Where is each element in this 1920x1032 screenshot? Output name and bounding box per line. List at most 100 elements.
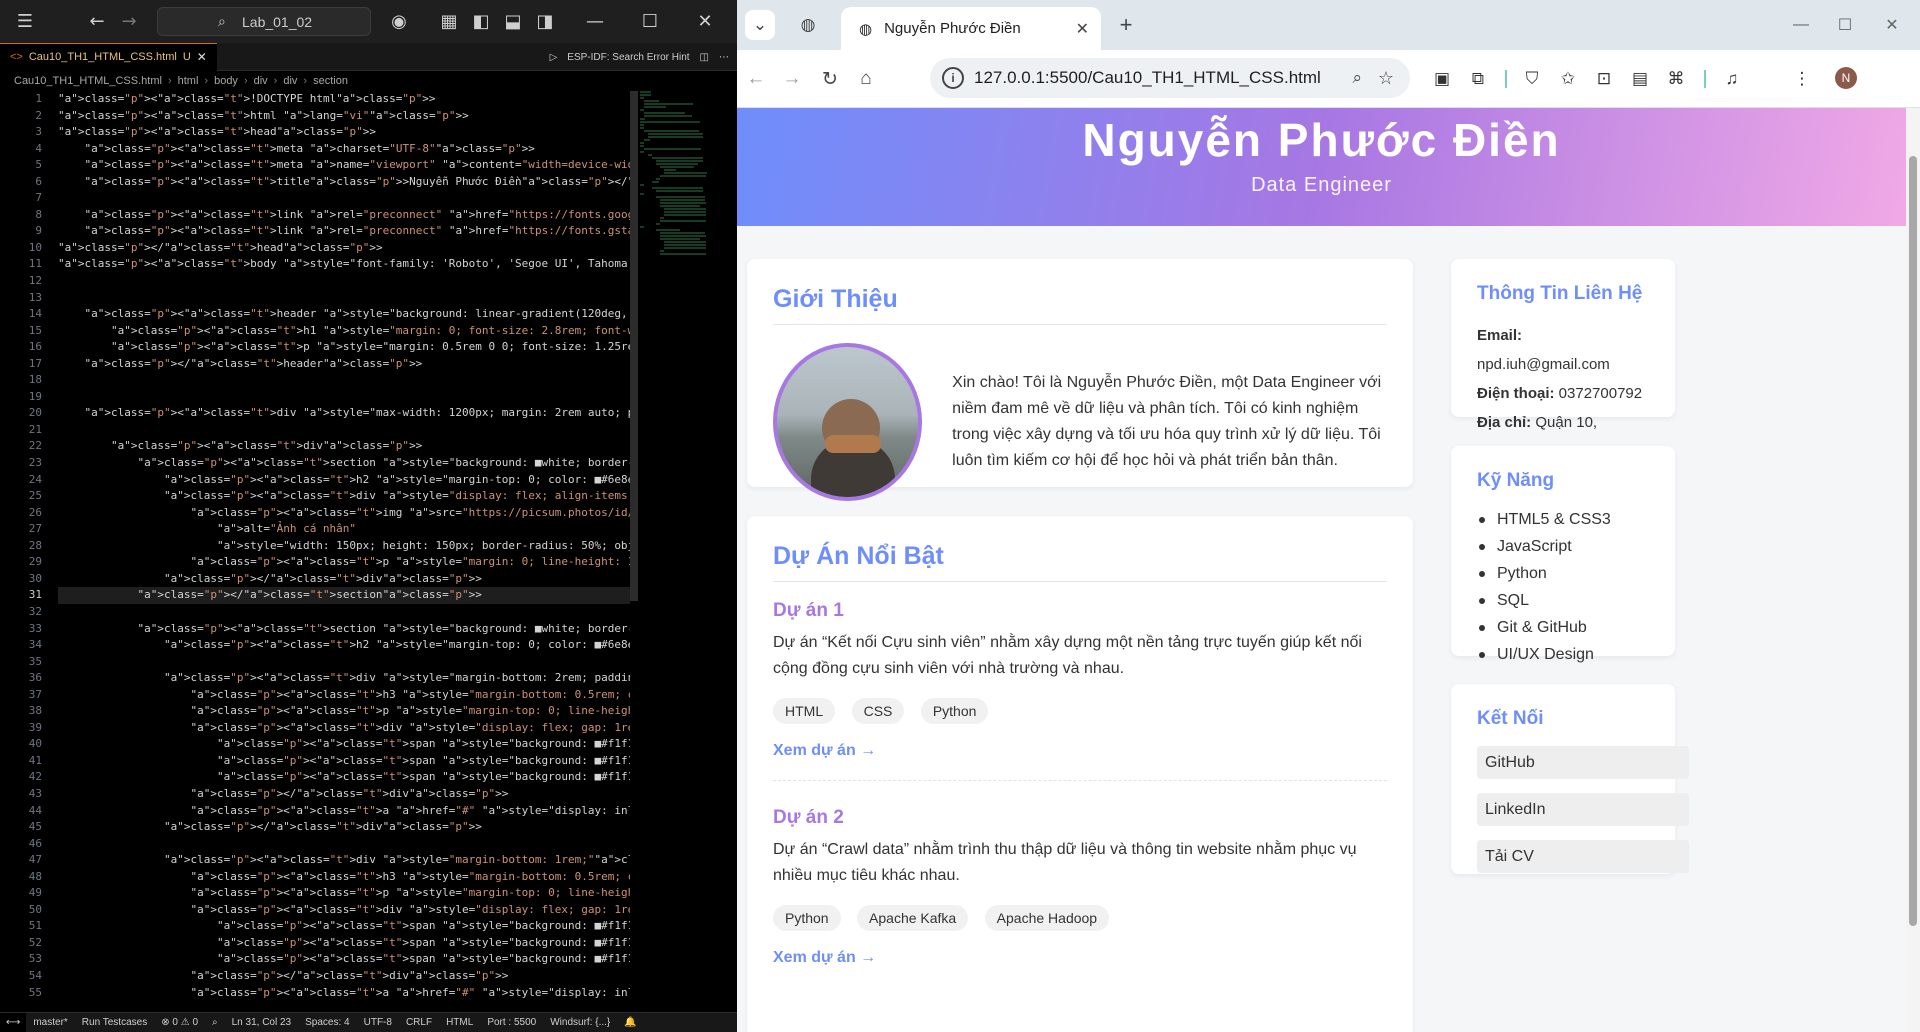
code-line[interactable]: "a">class="p"><"a">class="t">p "a">style… xyxy=(58,885,630,902)
close-tab-icon[interactable]: ✕ xyxy=(197,50,207,64)
code-line[interactable]: "a">class="p"><"a">class="t">section "a"… xyxy=(58,621,630,638)
screenshot-icon[interactable]: ⊡ xyxy=(1589,64,1619,94)
code-line[interactable]: "a">class="p"><"a">class="t">div "a">sty… xyxy=(58,405,631,422)
minimize-icon[interactable]: — xyxy=(1781,10,1821,40)
page-scrollbar-thumb[interactable] xyxy=(1909,156,1917,926)
back-icon[interactable]: ← xyxy=(741,64,771,94)
code-line[interactable]: "a">style="width: 150px; height: 150px; … xyxy=(58,538,630,555)
breadcrumb-item[interactable]: body xyxy=(214,75,238,87)
windsurf-status[interactable]: Windsurf: {...} xyxy=(543,1017,617,1028)
toggle-panel-icon[interactable]: ⬓ xyxy=(498,6,528,36)
code-line[interactable]: "a">class="p"><"a">class="t">section "a"… xyxy=(58,455,630,472)
code-line[interactable]: "a">class="p"><"a">class="t">meta "a">na… xyxy=(58,157,631,174)
code-line[interactable]: "a">class="p"><"a">class="t">a "a">href=… xyxy=(58,985,630,1002)
copilot-icon[interactable]: ◉ xyxy=(384,6,414,36)
code-line[interactable]: "a">class="p"><"a">class="t">img "a">src… xyxy=(58,505,630,522)
tab-cau10-html[interactable]: <> Cau10_TH1_HTML_CSS.html U ✕ xyxy=(0,42,217,71)
back-arrow-icon[interactable]: ← xyxy=(82,6,112,36)
code-line[interactable]: "a">class="p"><"a">class="t">head"a">cla… xyxy=(58,124,630,141)
code-editor[interactable]: 1 2 3 4 5 6 7 8 9 10 11 12 13 14 15 16 17 18 19 20 21 22 23 24 2… xyxy=(0,91,737,1012)
code-line[interactable]: "a">class="p"><"a">class="t">span "a">st… xyxy=(58,753,630,770)
breadcrumb-item[interactable]: Cau10_TH1_HTML_CSS.html xyxy=(14,75,162,87)
more-actions-icon[interactable]: ⋯ xyxy=(719,52,729,63)
puzzle-extensions-icon[interactable]: ⧉ xyxy=(1463,64,1493,94)
minimap[interactable] xyxy=(640,91,730,281)
code-line[interactable]: "a">class="p"><"a">class="t">header "a">… xyxy=(58,306,630,323)
notifications-icon[interactable]: 🔔 xyxy=(617,1017,643,1028)
toggle-sidebar-icon[interactable]: ◧ xyxy=(466,6,496,36)
zoom-icon[interactable]: ⌕ xyxy=(1352,68,1362,88)
code-line[interactable]: "a">class="p"><"a">class="t">span "a">st… xyxy=(58,935,630,952)
code-line[interactable]: "a">class="p"></"a">class="t">header"a">… xyxy=(58,356,630,373)
code-line[interactable]: "a">class="p"><"a">class="t">link "a">re… xyxy=(58,223,631,240)
code-line[interactable]: "a">class="p"></"a">class="t">div"a">cla… xyxy=(58,968,630,985)
code-line[interactable]: "a">class="p"></"a">class="t">div"a">cla… xyxy=(58,571,630,588)
home-icon[interactable]: ⌂ xyxy=(851,64,881,94)
breadcrumb-item[interactable]: html xyxy=(178,75,199,87)
cursor-position[interactable]: Ln 31, Col 23 xyxy=(225,1017,299,1028)
code-line[interactable]: "a">class="p"><"a">class="t">h2 "a">styl… xyxy=(58,472,630,489)
linkedin-link[interactable]: LinkedIn xyxy=(1477,793,1689,826)
download-cv-link[interactable]: Tải CV xyxy=(1477,840,1689,873)
git-branch[interactable]: master* xyxy=(26,1017,74,1028)
code-line[interactable]: "a">class="p"><"a">class="t">div "a">sty… xyxy=(58,670,630,687)
incognito-icon[interactable]: ⛉ xyxy=(1517,64,1547,94)
site-info-icon[interactable]: i xyxy=(942,67,964,89)
code-line[interactable]: "a">class="p"><"a">class="t">div"a">clas… xyxy=(58,438,630,455)
forward-icon[interactable]: → xyxy=(777,64,807,94)
reading-mode-icon[interactable]: ▤ xyxy=(1625,64,1655,94)
code-content[interactable]: "a">class="p"><"a">class="t">!DOCTYPE ht… xyxy=(58,91,630,1001)
code-line[interactable]: "a">class="p"><"a">class="t">h3 "a">styl… xyxy=(58,687,630,704)
code-line[interactable]: "a">class="p"><"a">class="t">p "a">style… xyxy=(58,703,630,720)
code-line[interactable] xyxy=(58,190,630,207)
code-line[interactable]: "a">alt="Ảnh cá nhân" xyxy=(58,521,630,538)
code-line[interactable] xyxy=(58,604,630,621)
maximize-icon[interactable]: ☐ xyxy=(635,6,665,36)
code-line[interactable]: "a">class="p"><"a">class="t">h3 "a">styl… xyxy=(58,869,630,886)
breadcrumb-item[interactable]: div xyxy=(283,75,297,87)
code-line[interactable]: "a">class="p"><"a">class="t">div "a">sty… xyxy=(58,720,630,737)
encoding[interactable]: UTF-8 xyxy=(357,1017,399,1028)
code-line[interactable]: "a">class="p"><"a">class="t">html "a">la… xyxy=(58,108,630,125)
maximize-icon[interactable]: ☐ xyxy=(1825,10,1865,40)
view-project-link[interactable]: Xem dự án → xyxy=(773,949,1387,967)
code-line[interactable]: "a">class="p"><"a">class="t">link "a">re… xyxy=(58,207,631,224)
code-line[interactable]: "a">class="p"><"a">class="t">p "a">style… xyxy=(58,339,630,356)
code-line[interactable]: "a">class="p"><"a">class="t">meta "a">ch… xyxy=(58,141,630,158)
code-line[interactable] xyxy=(58,290,630,307)
code-line[interactable] xyxy=(58,389,630,406)
command-center-search[interactable]: ⌕ Lab_01_02 xyxy=(157,7,371,36)
remote-indicator[interactable]: ⟷ xyxy=(0,1012,27,1032)
code-line[interactable]: "a">class="p"></"a">class="t">div"a">cla… xyxy=(58,786,630,803)
github-link[interactable]: GitHub xyxy=(1477,746,1689,779)
breadcrumb-item[interactable]: section xyxy=(313,75,348,87)
translate-icon[interactable]: ⌘ xyxy=(1661,64,1691,94)
reload-icon[interactable]: ↻ xyxy=(815,64,845,94)
address-bar[interactable]: i 127.0.0.1:5500/Cau10_TH1_HTML_CSS.html… xyxy=(930,58,1410,98)
view-project-link[interactable]: Xem dự án → xyxy=(773,742,1387,760)
code-line[interactable]: "a">class="p"></"a">class="t">div"a">cla… xyxy=(58,819,630,836)
forward-arrow-icon[interactable]: → xyxy=(114,6,144,36)
code-line[interactable] xyxy=(58,422,630,439)
zoom-icon[interactable]: ⌕ xyxy=(205,1017,225,1028)
code-line[interactable]: "a">class="p"><"a">class="t">body "a">st… xyxy=(58,256,630,273)
problems-count[interactable]: ⊗ 0 ⚠ 0 xyxy=(154,1017,205,1028)
page-scrollbar[interactable] xyxy=(1906,108,1920,1032)
breadcrumb-item[interactable]: div xyxy=(254,75,268,87)
favorites-icon[interactable]: ✩ xyxy=(1553,64,1583,94)
code-line[interactable]: "a">class="p"><"a">class="t">span "a">st… xyxy=(58,951,630,968)
media-control-icon[interactable]: ♫ xyxy=(1717,64,1747,94)
code-line[interactable]: "a">class="p"><"a">class="t">p "a">style… xyxy=(58,554,630,571)
code-line[interactable]: "a">class="p"><"a">class="t">title"a">cl… xyxy=(58,174,631,191)
menu-dots-icon[interactable]: ⋮ xyxy=(1787,64,1817,94)
minimize-icon[interactable]: — xyxy=(580,6,610,36)
code-line[interactable]: "a">class="p"><"a">class="t">h1 "a">styl… xyxy=(58,323,630,340)
code-line[interactable] xyxy=(58,273,630,290)
code-line[interactable]: "a">class="p"><"a">class="t">div "a">sty… xyxy=(58,488,630,505)
code-line[interactable] xyxy=(58,836,630,853)
run-testcases[interactable]: Run Testcases xyxy=(75,1017,154,1028)
esp-idf-hint[interactable]: ESP-IDF: Search Error Hint xyxy=(567,52,689,63)
split-editor-icon[interactable]: ◫ xyxy=(700,52,709,63)
code-line[interactable]: "a">class="p"><"a">class="t">span "a">st… xyxy=(58,736,630,753)
code-line[interactable]: "a">class="p"><"a">class="t">!DOCTYPE ht… xyxy=(58,91,630,108)
